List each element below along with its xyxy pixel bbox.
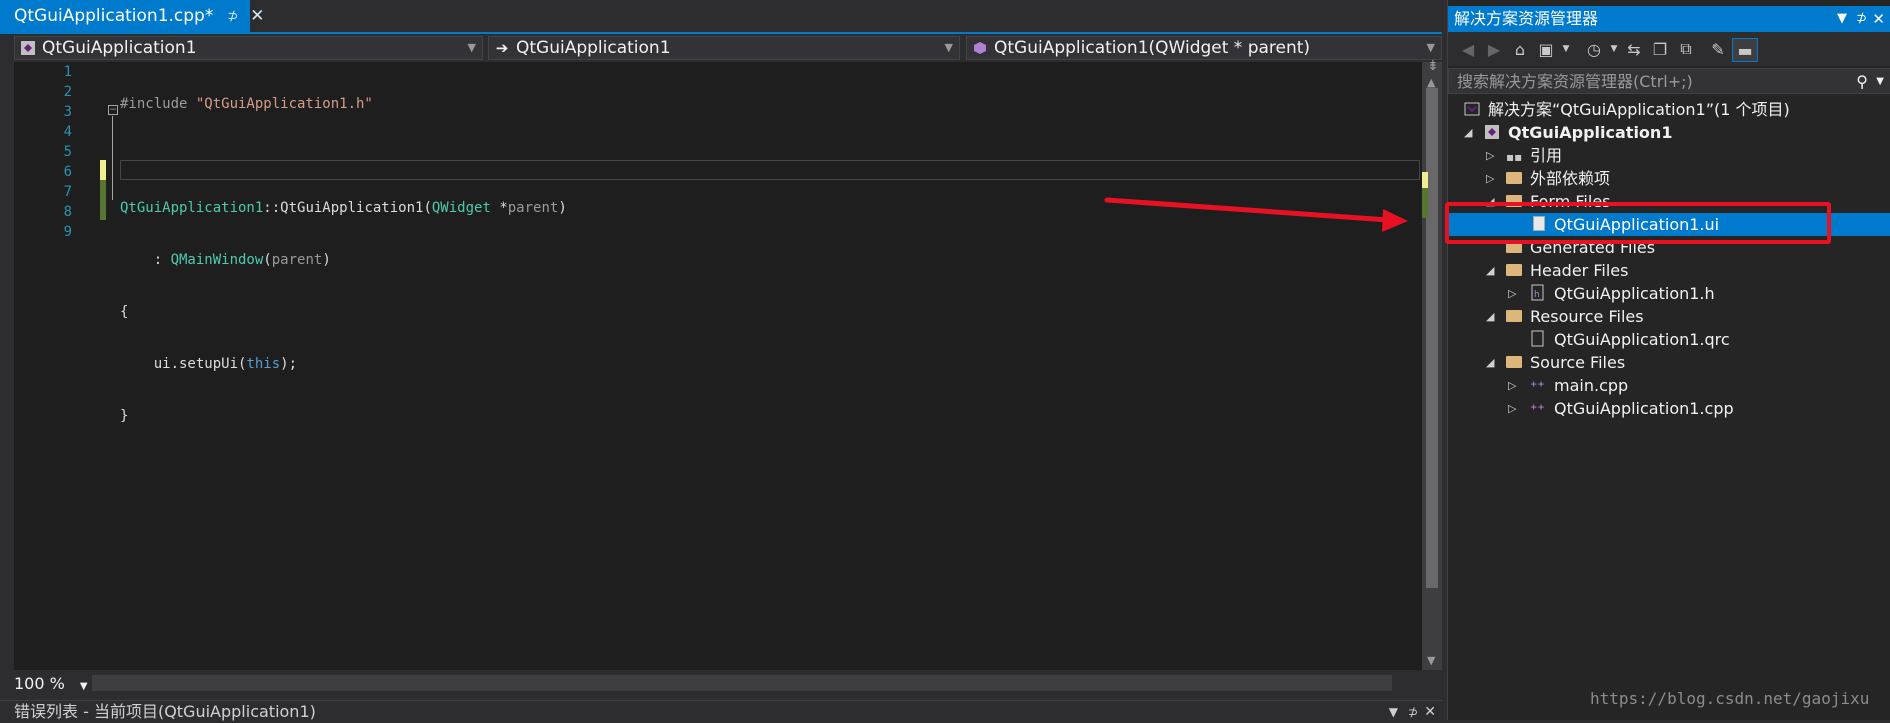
annotation-arrow <box>1104 197 1408 232</box>
watermark: https://blog.csdn.net/gaojixu <box>1590 689 1870 708</box>
annotation-highlight-box <box>1445 202 1831 244</box>
